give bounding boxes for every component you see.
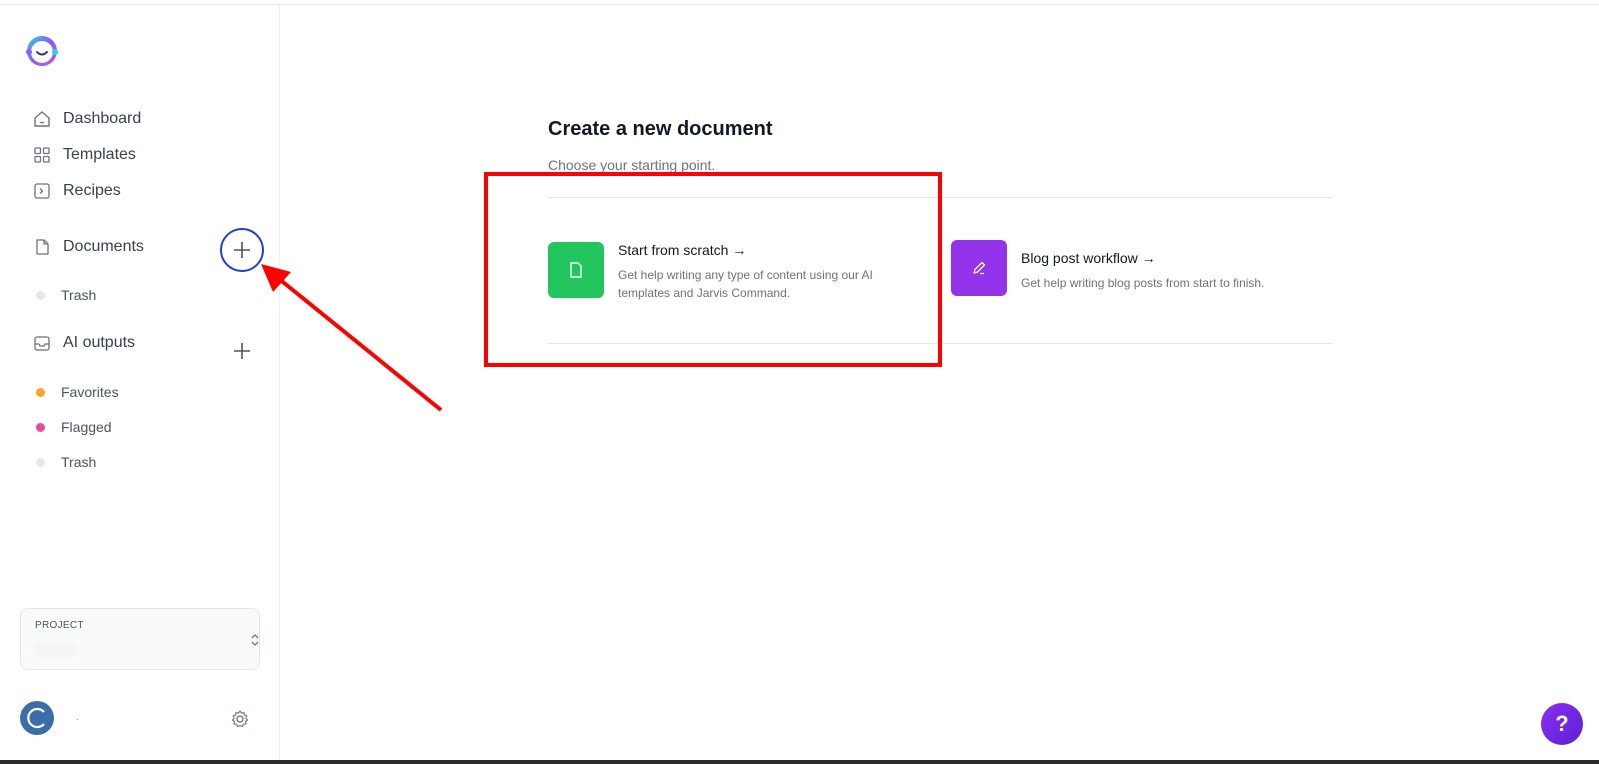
sidebar-item-label: Trash bbox=[61, 287, 97, 303]
card-description: Get help writing blog posts from start t… bbox=[1021, 276, 1265, 290]
pencil-icon bbox=[973, 261, 986, 275]
user-name: . bbox=[76, 712, 79, 723]
home-icon bbox=[32, 109, 52, 129]
gear-icon[interactable] bbox=[230, 709, 250, 729]
terminal-icon bbox=[32, 181, 52, 201]
card-badge bbox=[951, 240, 1007, 296]
sidebar-item-label: Favorites bbox=[61, 384, 119, 400]
add-ai-output-button[interactable] bbox=[227, 336, 257, 366]
sidebar-item-ai-outputs[interactable]: AI outputs bbox=[32, 329, 135, 357]
sidebar-item-label: Trash bbox=[61, 454, 97, 470]
annotation-highlight-box bbox=[484, 172, 942, 367]
user-avatar-icon bbox=[27, 707, 45, 729]
sidebar-item-label: Recipes bbox=[63, 182, 121, 199]
document-icon bbox=[32, 237, 52, 257]
project-value bbox=[33, 643, 77, 657]
sidebar-item-recipes[interactable]: Recipes bbox=[32, 177, 121, 205]
plus-icon bbox=[234, 343, 250, 359]
sidebar-item-label: Templates bbox=[63, 146, 136, 163]
sidebar-item-label: Dashboard bbox=[63, 110, 142, 127]
sidebar-item-favorites[interactable]: Favorites bbox=[36, 380, 119, 404]
add-document-button[interactable] bbox=[227, 235, 257, 265]
grid-icon bbox=[32, 145, 52, 165]
project-selector[interactable]: PROJECT bbox=[20, 608, 260, 670]
sidebar-item-label: Flagged bbox=[61, 419, 112, 435]
card-title: Blog post workflow → bbox=[1021, 250, 1156, 266]
inbox-icon bbox=[32, 333, 52, 353]
status-dot bbox=[36, 290, 45, 300]
sidebar-item-templates[interactable]: Templates bbox=[32, 141, 136, 169]
sidebar-item-dashboard[interactable]: Dashboard bbox=[32, 105, 141, 133]
project-label: PROJECT bbox=[35, 620, 84, 631]
sidebar-item-documents[interactable]: Documents bbox=[32, 233, 144, 261]
sidebar-item-ai-trash[interactable]: Trash bbox=[36, 450, 96, 474]
plus-icon bbox=[234, 242, 250, 258]
sidebar-item-documents-trash[interactable]: Trash bbox=[36, 283, 96, 307]
sidebar-item-label: Documents bbox=[63, 238, 144, 255]
avatar[interactable] bbox=[20, 701, 54, 735]
page-title: Create a new document bbox=[548, 118, 773, 140]
status-dot bbox=[36, 387, 45, 397]
annotation-arrow-icon bbox=[261, 264, 443, 412]
help-button[interactable]: ? bbox=[1541, 703, 1583, 745]
status-dot bbox=[36, 422, 45, 432]
blog-post-workflow-card[interactable]: Blog post workflow → Get help writing bl… bbox=[951, 240, 1264, 296]
sidebar-item-flagged[interactable]: Flagged bbox=[36, 415, 112, 439]
chevron-up-down-icon bbox=[251, 634, 259, 646]
jarvis-logo-icon[interactable] bbox=[24, 33, 60, 69]
sidebar-item-label: AI outputs bbox=[63, 334, 136, 351]
bottom-bar bbox=[0, 760, 1599, 764]
page-subtitle: Choose your starting point. bbox=[548, 157, 716, 173]
status-dot bbox=[36, 457, 45, 467]
